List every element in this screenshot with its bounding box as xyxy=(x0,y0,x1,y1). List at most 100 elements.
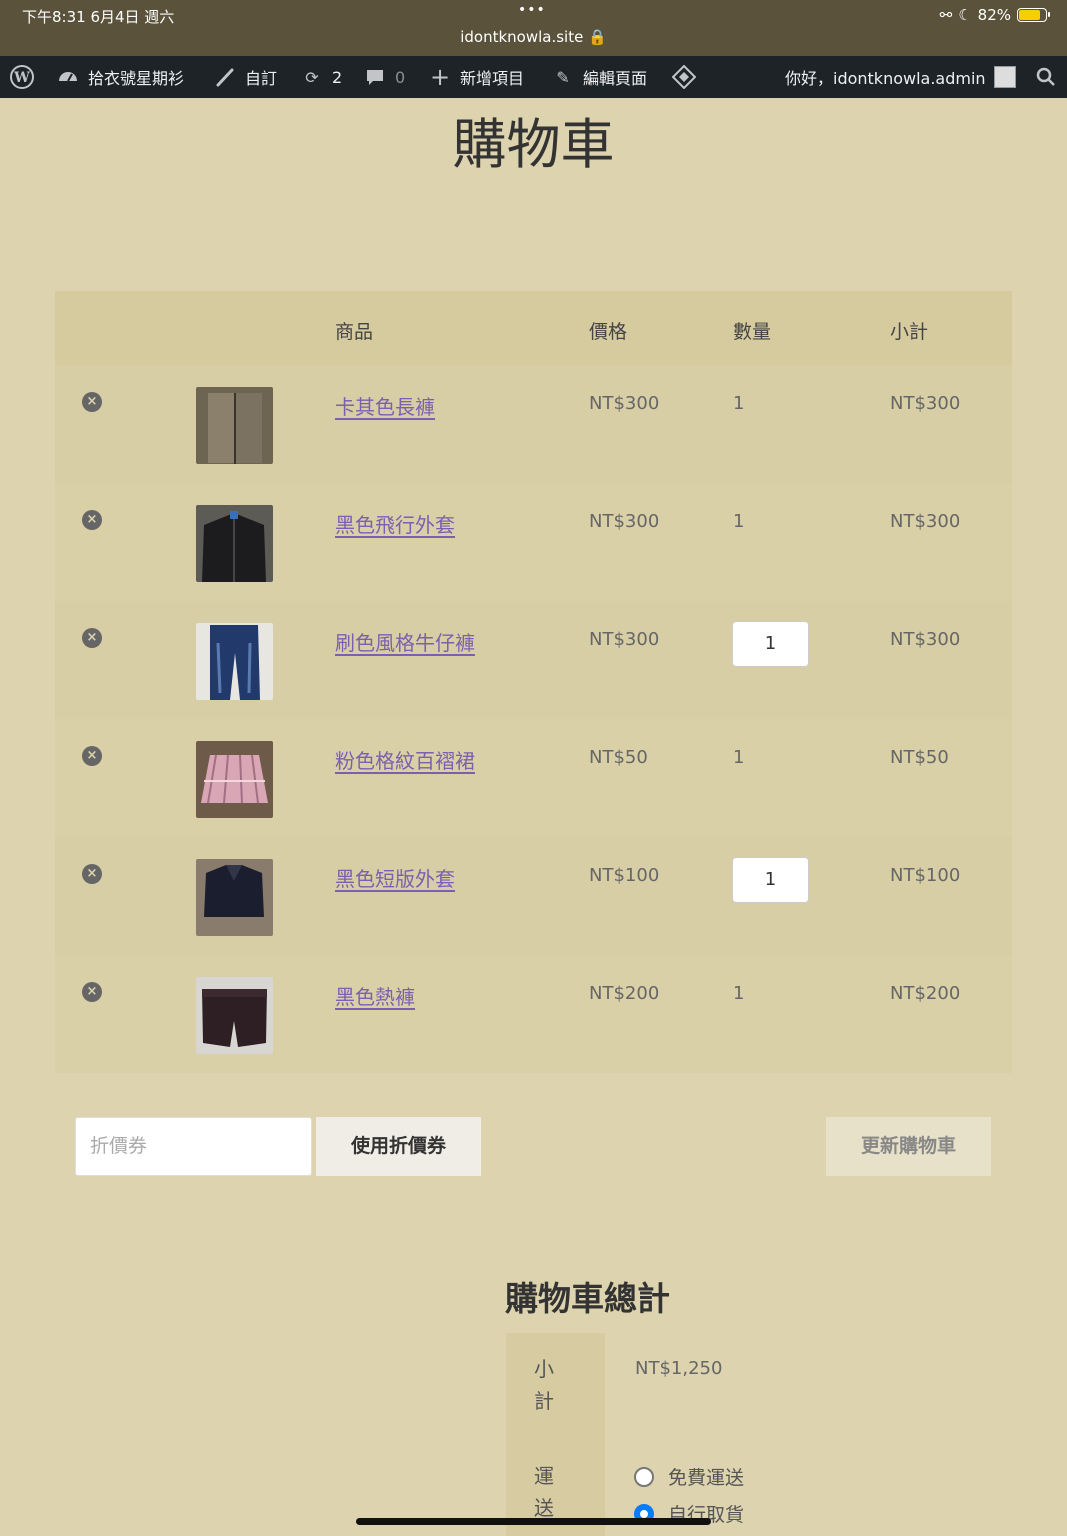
cart-row: × 粉色格紋百褶裙 NT$50 1 NT$50 xyxy=(55,719,1012,837)
remove-item-icon[interactable]: × xyxy=(82,392,102,412)
comment-icon xyxy=(363,65,387,89)
cart-table: 商品 價格 數量 小計 × 卡其色長褲 NT$300 1 NT$300 × 黑色… xyxy=(55,291,1012,1073)
avatar xyxy=(993,66,1016,88)
product-thumbnail[interactable] xyxy=(196,623,273,700)
product-link[interactable]: 卡其色長褲 xyxy=(335,391,435,420)
product-subtotal: NT$300 xyxy=(890,511,961,532)
moon-icon: ☾ xyxy=(958,6,972,24)
product-price: NT$300 xyxy=(589,511,660,532)
remove-item-icon[interactable]: × xyxy=(82,628,102,648)
shipping-option-free[interactable]: 免費運送 xyxy=(634,1463,744,1490)
remove-item-icon[interactable]: × xyxy=(82,982,102,1002)
product-link[interactable]: 黑色飛行外套 xyxy=(335,509,455,538)
product-link[interactable]: 刷色風格牛仔褲 xyxy=(335,627,475,656)
product-thumbnail[interactable] xyxy=(196,741,273,818)
cart-row: × 刷色風格牛仔褲 NT$300 1 NT$300 xyxy=(55,601,1012,719)
plus-icon: + xyxy=(429,63,451,91)
link-icon: ⚯ xyxy=(939,6,953,24)
product-quantity: 1 xyxy=(733,393,745,414)
pencil-icon: ✎ xyxy=(556,67,570,87)
address-url[interactable]: idontknowla.site 🔒 xyxy=(0,28,1067,46)
page-title: 購物車 xyxy=(452,113,615,176)
wp-logo-button[interactable]: W xyxy=(10,56,34,98)
product-subtotal: NT$200 xyxy=(890,983,961,1004)
comments-link[interactable]: 0 xyxy=(363,56,405,98)
remove-item-icon[interactable]: × xyxy=(82,510,102,530)
subtotal-label-1: 小 xyxy=(534,1357,554,1381)
cart-row: × 黑色短版外套 NT$100 1 NT$100 xyxy=(55,837,1012,955)
edit-page-link[interactable]: ✎ 編輯頁面 xyxy=(551,56,647,98)
home-indicator[interactable] xyxy=(356,1518,711,1525)
customize-link[interactable]: 自訂 xyxy=(213,56,277,98)
cart-row: × 黑色熱褲 NT$200 1 NT$200 xyxy=(55,955,1012,1073)
refresh-icon: ⟳ xyxy=(305,67,319,87)
battery-percent: 82% xyxy=(977,6,1011,24)
product-thumbnail[interactable] xyxy=(196,505,273,582)
product-price: NT$100 xyxy=(589,865,660,886)
updates-link[interactable]: ⟳ 2 xyxy=(300,56,342,98)
header-subtotal: 小計 xyxy=(890,321,929,343)
cart-table-header: 商品 價格 數量 小計 xyxy=(55,291,1012,365)
edit-page-label: 編輯頁面 xyxy=(583,69,648,88)
wp-admin-bar: W 拾衣號星期衫 自訂 ⟳ 2 0 + 新增項目 ✎ 編輯頁面 你好，idont… xyxy=(0,56,1067,98)
header-price: 價格 xyxy=(589,321,628,343)
totals-label-column: 小 計 運 送 xyxy=(506,1333,605,1536)
product-price: NT$300 xyxy=(589,629,660,650)
subtotal-label-2: 計 xyxy=(534,1389,554,1413)
remove-item-icon[interactable]: × xyxy=(82,864,102,884)
product-link[interactable]: 粉色格紋百褶裙 xyxy=(335,745,475,774)
product-price: NT$200 xyxy=(589,983,660,1004)
cart-totals-title: 購物車總計 xyxy=(505,1279,670,1318)
product-thumbnail[interactable] xyxy=(196,977,273,1054)
header-product: 商品 xyxy=(335,321,374,343)
quantity-input[interactable]: 1 xyxy=(732,621,809,667)
shipping-label-1: 運 xyxy=(534,1464,554,1488)
product-price: NT$50 xyxy=(589,747,648,768)
update-cart-button[interactable]: 更新購物車 xyxy=(826,1117,991,1176)
updates-count: 2 xyxy=(332,67,343,87)
product-subtotal: NT$50 xyxy=(890,747,949,768)
coupon-input[interactable]: 折價券 xyxy=(75,1117,312,1176)
subtotal-value: NT$1,250 xyxy=(635,1358,723,1379)
new-content-menu[interactable]: + 新增項目 xyxy=(428,56,524,98)
comments-count: 0 xyxy=(395,67,406,87)
cart-row: × 黑色飛行外套 NT$300 1 NT$300 xyxy=(55,483,1012,601)
site-name-menu[interactable]: 拾衣號星期衫 xyxy=(56,56,184,98)
product-quantity: 1 xyxy=(733,511,745,532)
search-icon xyxy=(1034,65,1058,89)
admin-search-button[interactable] xyxy=(1034,56,1058,98)
product-quantity: 1 xyxy=(733,747,745,768)
battery-icon xyxy=(1017,8,1050,22)
greeting-label: 你好，idontknowla.admin xyxy=(785,69,986,88)
diamond-icon xyxy=(672,65,696,89)
brush-icon xyxy=(213,65,237,89)
product-link[interactable]: 黑色短版外套 xyxy=(335,863,455,892)
product-thumbnail[interactable] xyxy=(196,859,273,936)
status-time: 下午8:31 6月4日 週六 xyxy=(22,8,175,26)
quantity-input[interactable]: 1 xyxy=(732,857,809,903)
status-right: ⚯ ☾ 82% xyxy=(939,6,1050,24)
multitasking-dots[interactable]: ••• xyxy=(518,2,546,18)
product-subtotal: NT$100 xyxy=(890,865,961,886)
ios-status-bar: 下午8:31 6月4日 週六 ••• idontknowla.site 🔒 ⚯ … xyxy=(0,0,1067,56)
account-menu[interactable]: 你好，idontknowla.admin xyxy=(785,56,1016,98)
header-quantity: 數量 xyxy=(733,321,772,343)
radio-unchecked-icon[interactable] xyxy=(634,1466,654,1487)
shipping-option-label: 免費運送 xyxy=(668,1467,745,1489)
svg-text:W: W xyxy=(13,70,30,86)
product-price: NT$300 xyxy=(589,393,660,414)
product-subtotal: NT$300 xyxy=(890,393,961,414)
product-subtotal: NT$300 xyxy=(890,629,961,650)
wordpress-icon: W xyxy=(10,65,34,89)
product-link[interactable]: 黑色熱褲 xyxy=(335,981,415,1010)
customize-label: 自訂 xyxy=(245,69,278,88)
apply-coupon-button[interactable]: 使用折價券 xyxy=(316,1117,481,1176)
diamond-plugin-button[interactable] xyxy=(672,56,696,98)
product-thumbnail[interactable] xyxy=(196,387,273,464)
cart-row: × 卡其色長褲 NT$300 1 NT$300 xyxy=(55,365,1012,483)
dashboard-icon xyxy=(56,65,80,89)
remove-item-icon[interactable]: × xyxy=(82,746,102,766)
new-content-label: 新增項目 xyxy=(460,69,525,88)
product-quantity: 1 xyxy=(733,983,745,1004)
site-name-label: 拾衣號星期衫 xyxy=(88,69,185,88)
